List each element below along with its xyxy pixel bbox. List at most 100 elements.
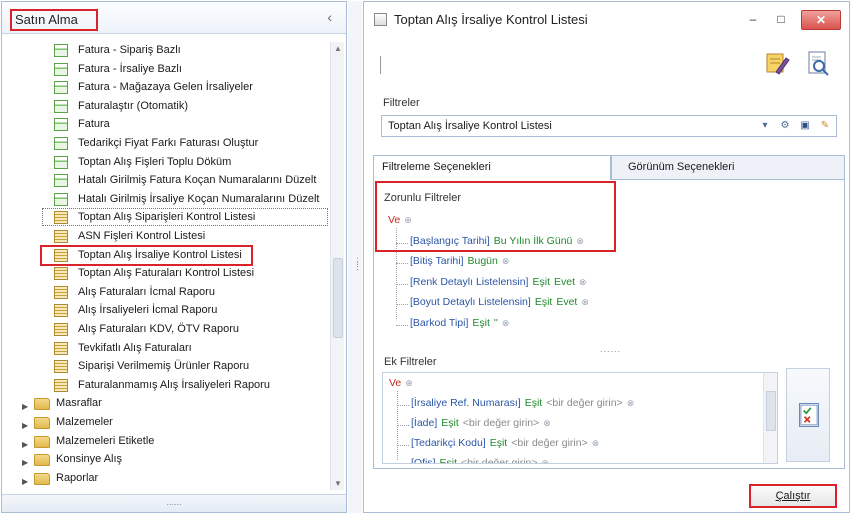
minimize-button[interactable]: – <box>742 10 764 30</box>
nav-folder-label: Masraflar <box>56 397 102 410</box>
condition-operator[interactable]: Eşit <box>532 276 550 288</box>
nav-folder-label: Raporlar <box>56 471 99 484</box>
condition-value[interactable]: <bir değer girin> <box>511 437 587 449</box>
nav-item-label: Fatura - Mağazaya Gelen İrsaliyeler <box>78 81 253 94</box>
save-icon[interactable]: ▣ <box>798 118 812 134</box>
tab-view-options[interactable]: Görünüm Seçenekleri <box>611 155 845 180</box>
navigation-scrollbar[interactable]: ▲ ▼ <box>330 42 344 490</box>
condition-field[interactable]: [Boyut Detaylı Listelensin] <box>410 296 531 308</box>
form-icon <box>54 81 68 95</box>
expand-arrow-icon[interactable]: ▶ <box>22 454 28 471</box>
remove-condition-icon[interactable]: ⊗ <box>502 318 510 328</box>
edit-report-icon[interactable] <box>764 50 790 76</box>
window-titlebar[interactable]: Toptan Alış İrsaliye Kontrol Listesi – □… <box>364 2 849 36</box>
remove-condition-icon[interactable]: ⊗ <box>543 418 551 428</box>
nav-item-label: Alış Faturaları İcmal Raporu <box>78 285 215 298</box>
condition-value[interactable]: <bir değer girin> <box>461 457 537 463</box>
condition-value[interactable]: Evet <box>556 296 577 308</box>
condition-operator[interactable]: Eşit <box>441 417 459 429</box>
remove-condition-icon[interactable]: ⊗ <box>627 398 635 408</box>
folder-icon <box>34 454 50 467</box>
run-button[interactable]: Çalıştır <box>749 484 837 508</box>
logic-operator-label: Ve <box>389 377 402 389</box>
section-divider-grip[interactable]: ...... <box>600 344 621 354</box>
chevron-down-icon[interactable]: ▾ <box>758 118 772 134</box>
window-title: Toptan Alış İrsaliye Kontrol Listesi <box>394 12 588 27</box>
form-icon <box>54 155 68 169</box>
scrollbar-thumb[interactable] <box>766 391 776 431</box>
condition-operator[interactable]: Bugün <box>468 255 498 267</box>
tab-filter-options[interactable]: Filtreleme Seçenekleri <box>373 155 611 180</box>
form-icon <box>54 192 68 206</box>
scrollbar-thumb[interactable] <box>333 258 343 338</box>
remove-condition-icon[interactable]: ⊗ <box>502 256 510 266</box>
filters-select-value: Toptan Alış İrsaliye Kontrol Listesi <box>388 120 552 132</box>
delete-filter-icon[interactable]: ✎ <box>818 118 832 134</box>
expand-arrow-icon[interactable]: ▶ <box>22 473 28 490</box>
folder-icon <box>34 435 50 448</box>
form-icon <box>54 137 68 150</box>
expand-arrow-icon[interactable]: ▶ <box>22 398 28 415</box>
filter-condition[interactable]: [Boyut Detaylı Listelensin] Eşit Evet ⊗ <box>410 296 589 308</box>
report-icon <box>54 378 68 392</box>
collapse-panel-button[interactable]: ‹ <box>327 9 332 25</box>
logic-operator[interactable]: Ve ⊕ <box>389 377 413 389</box>
filters-select[interactable]: Toptan Alış İrsaliye Kontrol Listesi ▾ ⚙… <box>381 115 837 137</box>
condition-value[interactable]: '' <box>494 317 498 329</box>
form-icon <box>54 174 68 188</box>
condition-operator[interactable]: Eşit <box>490 437 508 449</box>
remove-condition-icon[interactable]: ⊗ <box>579 277 587 287</box>
condition-operator[interactable]: Eşit <box>472 317 490 329</box>
filter-condition[interactable]: [Barkod Tipi] Eşit '' ⊗ <box>410 317 509 329</box>
condition-value[interactable]: Evet <box>554 276 575 288</box>
condition-field[interactable]: [Bitiş Tarihi] <box>410 255 464 267</box>
condition-value[interactable]: <bir değer girin> <box>546 397 622 409</box>
nav-item-label: ASN Fişleri Kontrol Listesi <box>78 230 206 242</box>
condition-operator[interactable]: Eşit <box>525 397 543 409</box>
panel-resize-grip[interactable]: ...... <box>2 494 346 512</box>
condition-operator[interactable]: Eşit <box>440 457 458 463</box>
highlight-selected-report <box>40 245 253 266</box>
filter-condition[interactable]: [İrsaliye Ref. Numarası] Eşit <bir değer g… <box>411 397 634 409</box>
report-settings-icon[interactable] <box>806 50 830 76</box>
condition-value[interactable]: <bir değer girin> <box>463 417 539 429</box>
filter-condition[interactable]: [Ofis] Eşit <bir değer girin> ⊗ <box>411 457 550 463</box>
nav-folder-label: Konsinye Alış <box>56 453 123 466</box>
condition-field[interactable]: [Ofis] <box>411 457 436 463</box>
form-icon <box>54 118 68 132</box>
remove-condition-icon[interactable]: ⊗ <box>581 297 589 307</box>
nav-item-label: Toptan Alış Faturaları Kontrol Listesi <box>78 267 255 280</box>
nav-item-label: Toptan Alış Fişleri Toplu Döküm <box>78 155 232 168</box>
expand-arrow-icon[interactable]: ▶ <box>22 417 28 434</box>
nav-item-label: Alış Faturaları KDV, ÖTV Raporu <box>78 323 239 335</box>
remove-condition-icon[interactable]: ⊗ <box>592 438 600 448</box>
extra-filters-tree: Ve ⊕ [İrsaliye Ref. Numarası] Eşit <bir değe… <box>382 372 778 464</box>
panel-splitter[interactable]: ⋮ ⋮ <box>348 1 362 513</box>
condition-operator[interactable]: Eşit <box>535 296 553 308</box>
remove-condition-icon[interactable]: ⊗ <box>542 458 550 463</box>
nav-item-label: Hatalı Girilmiş İrsaliye Koçan Numaralar… <box>78 192 320 205</box>
expand-arrow-icon[interactable]: ▶ <box>22 436 28 453</box>
nav-item-label: Fatura - Sipariş Bazlı <box>78 44 181 56</box>
scroll-down-icon[interactable]: ▼ <box>334 479 342 488</box>
add-condition-icon[interactable]: ⊕ <box>405 378 413 388</box>
maximize-button[interactable]: □ <box>770 10 792 30</box>
form-icon <box>54 62 68 76</box>
condition-field[interactable]: [İade] <box>411 417 437 429</box>
gear-icon[interactable]: ⚙ <box>778 118 792 134</box>
condition-field[interactable]: [Barkod Tipi] <box>410 317 468 329</box>
filter-condition[interactable]: [Renk Detaylı Listelensin] Eşit Evet ⊗ <box>410 276 587 288</box>
condition-field[interactable]: [Renk Detaylı Listelensin] <box>410 276 528 288</box>
scroll-up-icon[interactable]: ▲ <box>334 44 342 53</box>
filter-condition[interactable]: [Tedarikçi Kodu] Eşit <bir değer girin> ⊗ <box>411 437 599 449</box>
report-icon <box>54 341 68 355</box>
filter-condition[interactable]: [İade] Eşit <bir değer girin> ⊗ <box>411 417 551 429</box>
condition-field[interactable]: [Tedarikçi Kodu] <box>411 437 486 449</box>
window-document-icon <box>374 13 387 26</box>
form-icon <box>54 44 68 57</box>
close-button[interactable]: ✕ <box>801 10 841 30</box>
extra-filters-scrollbar[interactable] <box>763 373 777 463</box>
filter-condition[interactable]: [Bitiş Tarihi] Bugün ⊗ <box>410 255 509 267</box>
add-filter-button[interactable] <box>786 368 830 462</box>
condition-field[interactable]: [İrsaliye Ref. Numarası] <box>411 397 521 409</box>
